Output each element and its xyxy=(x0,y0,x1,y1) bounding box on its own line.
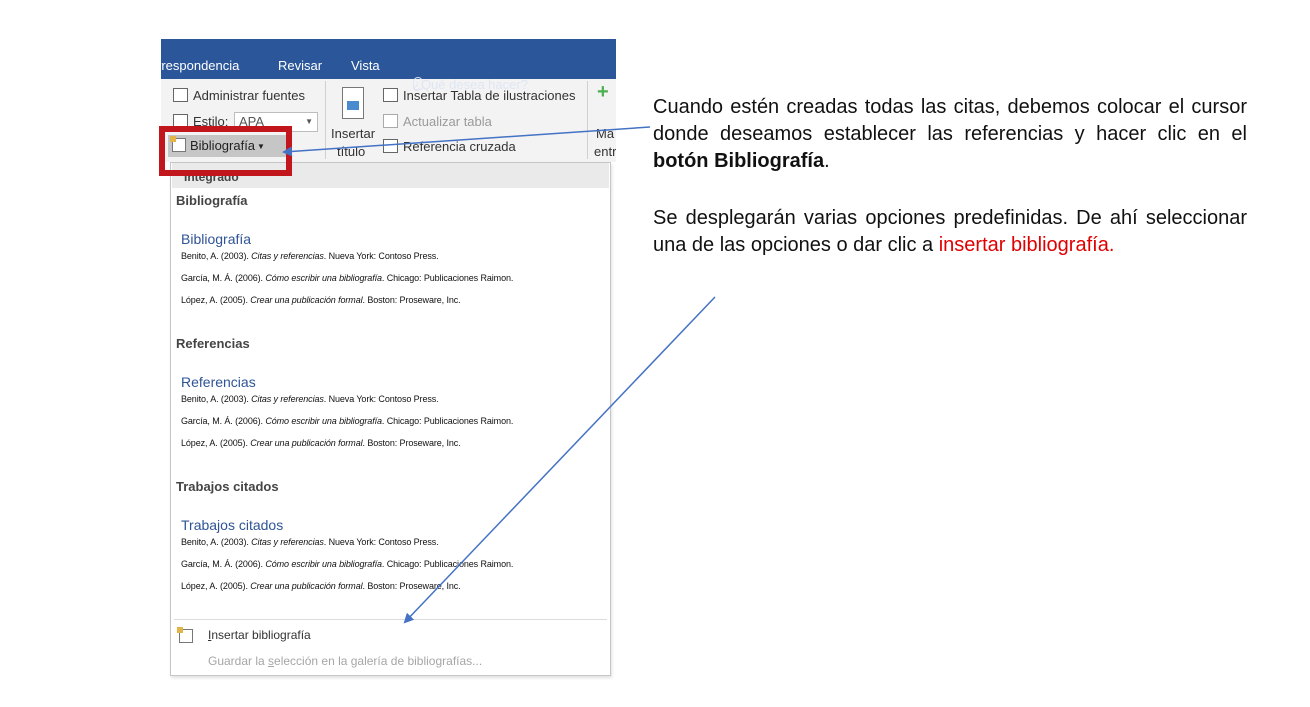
mark-entry-line2[interactable]: entr xyxy=(594,144,616,159)
section-title: Trabajos citados xyxy=(181,517,284,533)
tab-revisar[interactable]: Revisar xyxy=(278,58,322,73)
insert-bibliography-menu-item[interactable]: Insertar bibliografía xyxy=(176,624,606,648)
update-table-label: Actualizar tabla xyxy=(403,114,492,129)
reference-entry: Benito, A. (2003). Citas y referencias. … xyxy=(181,537,439,547)
manage-sources-label: Administrar fuentes xyxy=(193,88,305,103)
reference-entry: García, M. Á. (2006). Cómo escribir una … xyxy=(181,273,514,283)
cross-reference-label: Referencia cruzada xyxy=(403,139,516,154)
insert-caption-line2[interactable]: título xyxy=(337,144,365,159)
bold-button-name: botón Bibliografía xyxy=(653,150,825,172)
update-table-button[interactable]: Actualizar tabla xyxy=(383,114,492,129)
section-header: Bibliografía xyxy=(176,193,248,208)
group-divider-2 xyxy=(587,81,588,159)
insert-table-figures-label: Insertar Tabla de ilustraciones xyxy=(403,88,576,103)
cross-reference-icon xyxy=(383,139,398,153)
manage-sources-icon xyxy=(173,88,188,102)
mark-entry-line1[interactable]: Ma xyxy=(596,126,614,141)
reference-entry: López, A. (2005). Crear una publicación … xyxy=(181,581,461,591)
reference-entry: López, A. (2005). Crear una publicación … xyxy=(181,438,461,448)
insert-caption-line1[interactable]: Insertar xyxy=(331,126,375,141)
menu-divider xyxy=(174,619,607,620)
manage-sources-button[interactable]: Administrar fuentes xyxy=(173,88,305,103)
insert-bibliography-label: nsertar bibliografía xyxy=(211,628,311,642)
table-figures-icon xyxy=(383,88,398,102)
chevron-down-icon: ▼ xyxy=(305,117,313,126)
mark-entry-plus-icon[interactable]: + xyxy=(597,81,609,104)
instruction-paragraph-2: Se desplegarán varias opciones predefini… xyxy=(653,207,1247,256)
reference-entry: López, A. (2005). Crear una publicación … xyxy=(181,295,461,305)
reference-entry: Benito, A. (2003). Citas y referencias. … xyxy=(181,251,439,261)
cross-reference-button[interactable]: Referencia cruzada xyxy=(383,139,516,154)
insert-table-figures-button[interactable]: Insertar Tabla de ilustraciones xyxy=(383,88,575,103)
group-divider xyxy=(325,81,326,159)
ribbon-tab-bar: rrespondencia Revisar Vista ¿Qué desea h… xyxy=(161,39,616,92)
tab-vista[interactable]: Vista xyxy=(351,58,380,73)
reference-entry: Benito, A. (2003). Citas y referencias. … xyxy=(181,394,439,404)
insert-caption-icon[interactable] xyxy=(342,87,364,119)
bibliography-highlight-box xyxy=(159,126,292,176)
instruction-paragraph-1: Cuando estén creadas todas las citas, de… xyxy=(653,96,1247,172)
reference-entry: García, M. Á. (2006). Cómo escribir una … xyxy=(181,416,514,426)
bibliography-dropdown: Integrado Bibliografía Bibliografía Beni… xyxy=(170,162,611,676)
reference-entry: García, M. Á. (2006). Cómo escribir una … xyxy=(181,559,514,569)
save-selection-menu-item[interactable]: Guardar la selección en la galería de bi… xyxy=(176,651,606,673)
section-header: Referencias xyxy=(176,336,250,351)
section-title: Bibliografía xyxy=(181,231,252,247)
section-header: Trabajos citados xyxy=(176,479,279,494)
red-highlight-text: insertar bibliografía. xyxy=(938,234,1115,256)
update-table-icon xyxy=(383,114,398,128)
bibliography-icon xyxy=(177,627,193,643)
section-title: Referencias xyxy=(181,374,256,390)
tab-correspondencia[interactable]: rrespondencia xyxy=(161,58,239,73)
